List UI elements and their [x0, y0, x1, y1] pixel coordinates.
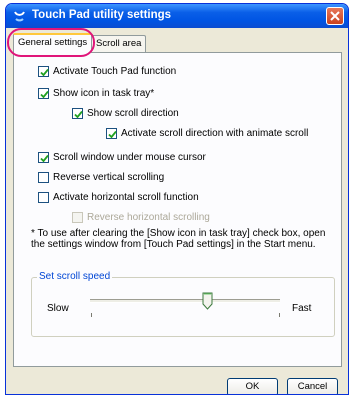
checkbox[interactable]	[38, 88, 49, 99]
checkbox[interactable]	[38, 192, 49, 203]
close-button[interactable]	[326, 7, 344, 25]
option-label: Reverse vertical scrolling	[53, 172, 165, 183]
show-scroll-direction-option[interactable]: Show scroll direction	[72, 108, 179, 119]
tab-label: General settings	[18, 37, 88, 48]
reverse-vertical-option[interactable]: Reverse vertical scrolling	[38, 172, 164, 183]
scroll-speed-group: Set scroll speed Slow Fast	[31, 271, 335, 337]
slider-tick	[279, 313, 280, 317]
check-icon	[74, 110, 83, 119]
window-title: Touch Pad utility settings	[32, 9, 172, 21]
option-label: Activate Touch Pad function	[53, 66, 177, 77]
settings-window: Touch Pad utility settings General setti…	[5, 3, 349, 395]
tab-scroll-area[interactable]: Scroll area	[91, 35, 147, 52]
animate-scroll-option[interactable]: Activate scroll direction with animate s…	[106, 128, 308, 139]
tab-general-settings[interactable]: General settings	[13, 33, 93, 53]
option-label: Show scroll direction	[87, 108, 179, 119]
option-label: Show icon in task tray*	[53, 88, 155, 99]
show-tray-icon-option[interactable]: Show icon in task tray*	[38, 88, 154, 99]
checkbox[interactable]	[38, 172, 49, 183]
checkbox[interactable]	[38, 152, 49, 163]
horizontal-scroll-option[interactable]: Activate horizontal scroll function	[38, 192, 199, 203]
slider-tick	[91, 313, 92, 317]
general-settings-panel: Activate Touch Pad function Show icon in…	[13, 52, 342, 367]
checkbox[interactable]	[106, 128, 117, 139]
fast-label: Fast	[292, 303, 312, 314]
checkbox[interactable]	[72, 108, 83, 119]
cancel-button[interactable]: Cancel	[287, 378, 338, 394]
title-bar[interactable]: Touch Pad utility settings	[6, 4, 348, 28]
check-icon	[108, 130, 117, 139]
tab-label: Scroll area	[96, 38, 142, 49]
option-label: Reverse horizontal scrolling	[87, 212, 210, 223]
check-icon	[40, 154, 49, 163]
checkbox[interactable]	[38, 66, 49, 77]
check-icon	[40, 68, 49, 77]
option-label: Activate horizontal scroll function	[53, 192, 199, 203]
checkbox	[72, 212, 83, 223]
group-title: Set scroll speed	[37, 271, 113, 282]
option-label: Scroll window under mouse cursor	[53, 152, 206, 163]
activate-touchpad-option[interactable]: Activate Touch Pad function	[38, 66, 176, 77]
close-icon	[330, 11, 340, 21]
ok-button[interactable]: OK	[227, 378, 278, 394]
speed-slider-track[interactable]	[90, 299, 280, 303]
slow-label: Slow	[47, 303, 69, 314]
reverse-horizontal-option: Reverse horizontal scrolling	[72, 212, 210, 223]
scroll-under-cursor-option[interactable]: Scroll window under mouse cursor	[38, 152, 206, 163]
app-icon	[12, 8, 27, 23]
check-icon	[40, 90, 49, 99]
tray-icon-note: * To use after clearing the [Show icon i…	[31, 228, 326, 250]
speed-slider-thumb[interactable]	[202, 292, 213, 313]
option-label: Activate scroll direction with animate s…	[121, 128, 309, 139]
